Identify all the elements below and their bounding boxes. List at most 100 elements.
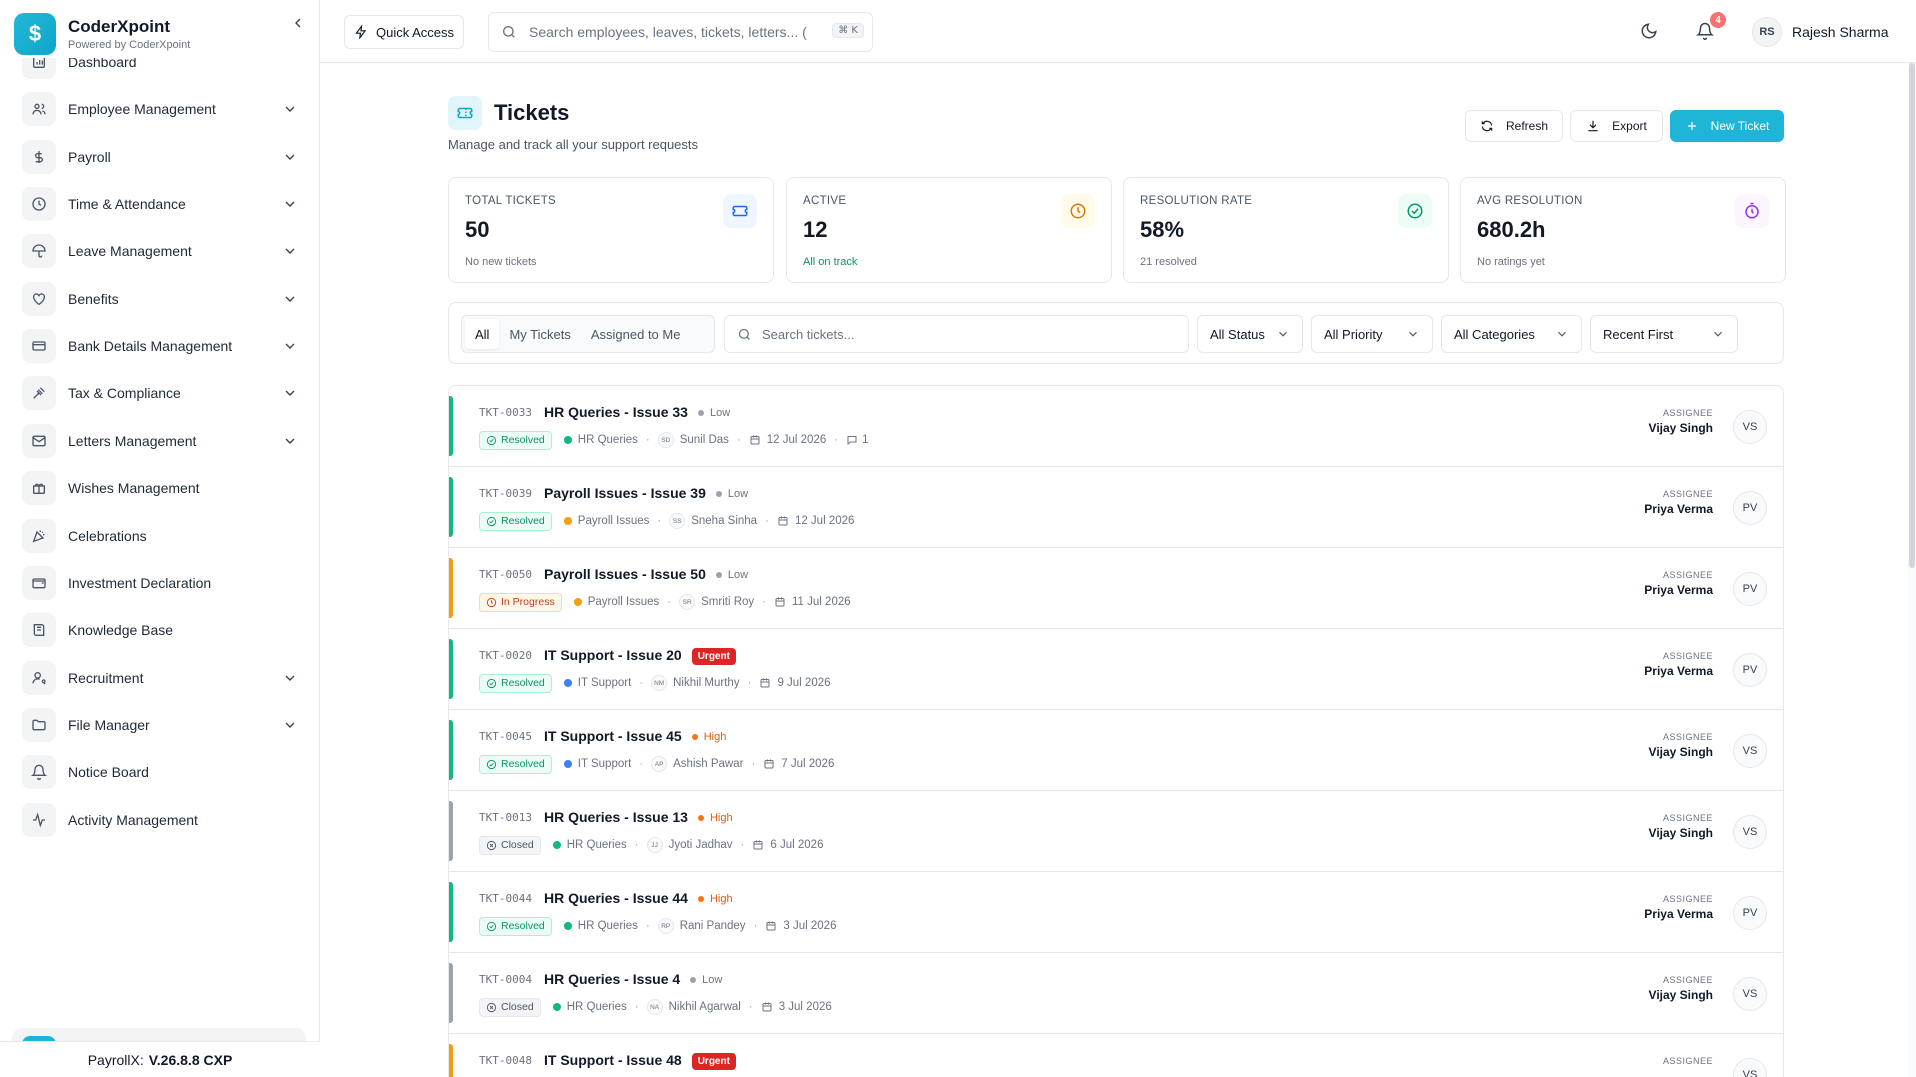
chevron-down-icon[interactable] [282, 670, 298, 686]
scrollbar-thumb[interactable] [1909, 63, 1915, 568]
ticket-tabs: All My Tickets Assigned to Me [461, 315, 715, 353]
ticket-search[interactable] [724, 315, 1189, 353]
global-search-input[interactable] [529, 24, 829, 40]
status-badge: Resolved [479, 916, 552, 936]
collapse-sidebar-icon[interactable] [287, 12, 309, 34]
clock-icon-glyph [32, 197, 46, 211]
sidebar-item-time-and-attendance[interactable]: Time & Attendance [22, 182, 298, 226]
refresh-button[interactable]: Refresh [1465, 110, 1563, 142]
table-row[interactable]: TKT-0048 IT Support - Issue 48 Urgent ASS… [449, 1034, 1783, 1077]
priority-text: High [709, 812, 733, 825]
search-icon [738, 328, 750, 340]
ticket-title[interactable]: HR Queries - Issue 33 Low [544, 404, 730, 420]
table-row[interactable]: TKT-0045 IT Support - Issue 45 High Resol… [449, 710, 1783, 791]
export-button[interactable]: Export [1570, 110, 1663, 142]
filter-bar: AllMy TicketsAssigned to Me All Status A… [448, 302, 1784, 364]
chevron-down-icon[interactable] [282, 291, 298, 307]
x-circle-icon [486, 1002, 497, 1012]
ticket-title[interactable]: HR Queries - Issue 13 High [544, 809, 733, 825]
stat-value: 12 [803, 217, 828, 242]
sidebar-item-celebrations[interactable]: Celebrations [22, 514, 298, 558]
new-ticket-button[interactable]: New Ticket [1670, 110, 1784, 142]
ticket-id: TKT-0013 [479, 811, 532, 824]
table-row[interactable]: TKT-0050 Payroll Issues - Issue 50 Low In… [449, 548, 1783, 629]
sidebar-item-leave-management[interactable]: Leave Management [22, 229, 298, 273]
sort-select[interactable]: Recent First [1590, 315, 1738, 353]
ticket-title[interactable]: Payroll Issues - Issue 50 Low [544, 566, 748, 582]
sidebar-item-letters-management[interactable]: Letters Management [22, 419, 298, 463]
topbar: Quick Access ⌘ K 4 RS Rajesh Sharma [320, 0, 1916, 63]
chevron-down-icon[interactable] [282, 243, 298, 259]
sidebar-item-notice-board[interactable]: Notice Board [22, 750, 298, 794]
category-dot [552, 841, 561, 849]
separator: · [765, 515, 769, 527]
refresh-label: Refresh [1505, 119, 1549, 133]
separator: · [834, 434, 839, 446]
priority-label: High [697, 893, 733, 905]
quick-access-button[interactable]: Quick Access [344, 15, 464, 49]
tab-my-tickets[interactable]: My Tickets [499, 319, 580, 349]
sidebar-item-payroll[interactable]: Payroll [22, 135, 298, 179]
chevron-down-icon[interactable] [282, 385, 298, 401]
tab-all[interactable]: All [465, 319, 500, 349]
notification-count: 4 [1710, 12, 1726, 28]
table-row[interactable]: TKT-0020 IT Support - Issue 20 Urgent Res… [449, 629, 1783, 710]
table-row[interactable]: TKT-0039 Payroll Issues - Issue 39 Low Re… [449, 467, 1783, 548]
sidebar-item-investment-declaration[interactable]: Investment Declaration [22, 561, 298, 605]
sidebar-item-recruitment[interactable]: Recruitment [22, 656, 298, 700]
sidebar-item-activity-management[interactable]: Activity Management [22, 798, 298, 842]
status-badge: Resolved [479, 511, 552, 531]
sidebar-item-file-manager[interactable]: File Manager [22, 703, 298, 747]
chevron-down-icon[interactable] [282, 338, 298, 354]
ticket-title[interactable]: HR Queries - Issue 44 High [544, 890, 733, 906]
priority-text: Low [727, 569, 749, 582]
sidebar-item-benefits[interactable]: Benefits [22, 277, 298, 321]
assignee-block: ASSIGNEE Priya Verma [1644, 894, 1713, 921]
tab-assigned-to-me[interactable]: Assigned to Me [581, 319, 691, 349]
chevron-down-icon[interactable] [282, 101, 298, 117]
check-circle-icon-glyph [1407, 203, 1423, 219]
category-filter[interactable]: All Categories [1441, 315, 1582, 353]
assignee-avatar: VS [1733, 734, 1767, 768]
moon-icon[interactable] [1640, 22, 1658, 40]
sidebar-item-tax-and-compliance[interactable]: Tax & Compliance [22, 371, 298, 415]
chevron-down-icon[interactable] [282, 433, 298, 449]
scrollbar[interactable] [1908, 63, 1916, 1077]
lightning-icon [355, 25, 367, 39]
ticket-title[interactable]: HR Queries - Issue 4 Low [544, 971, 722, 987]
global-search[interactable]: ⌘ K [488, 12, 873, 52]
version-number: V.26.8.8 CXP [148, 1051, 233, 1068]
brand[interactable]: $ CoderXpoint Powered by CoderXpoint [14, 10, 306, 58]
table-row[interactable]: TKT-0013 HR Queries - Issue 13 High Close… [449, 791, 1783, 872]
party-icon-glyph [32, 530, 45, 542]
stat-label: RESOLUTION RATE [1140, 195, 1253, 207]
book-icon [22, 613, 56, 648]
status-filter[interactable]: All Status [1197, 315, 1303, 353]
calendar-icon [766, 921, 776, 931]
sidebar-item-wishes-management[interactable]: Wishes Management [22, 466, 298, 510]
priority-label: High [691, 731, 726, 743]
sidebar-item-employee-management[interactable]: Employee Management [22, 87, 298, 131]
user-menu[interactable]: RS Rajesh Sharma [1752, 16, 1889, 48]
sidebar-item-bank-details-management[interactable]: Bank Details Management [22, 324, 298, 368]
bell-icon-glyph [31, 764, 47, 781]
ticket-title[interactable]: IT Support - Issue 45 High [544, 728, 726, 744]
reporter-name: Sneha Sinha [691, 515, 758, 527]
ticket-title[interactable]: IT Support - Issue 48 Urgent [544, 1052, 736, 1070]
stat-note: All on track [803, 256, 858, 268]
priority-filter-value: All Priority [1324, 326, 1383, 342]
table-row[interactable]: TKT-0044 HR Queries - Issue 44 High Resol… [449, 872, 1783, 953]
sidebar-item-knowledge-base[interactable]: Knowledge Base [22, 608, 298, 652]
ticket-meta: In Progress Payroll Issues · SR Smriti R… [479, 592, 851, 612]
ticket-title[interactable]: Payroll Issues - Issue 39 Low [544, 485, 748, 501]
priority-filter[interactable]: All Priority [1311, 315, 1433, 353]
chevron-down-icon[interactable] [282, 717, 298, 733]
table-row[interactable]: TKT-0033 HR Queries - Issue 33 Low Resolv… [449, 386, 1783, 467]
sidebar-item-dashboard[interactable]: Dashboard [22, 58, 298, 84]
ticket-title[interactable]: IT Support - Issue 20 Urgent [544, 647, 736, 665]
chevron-down-icon[interactable] [282, 149, 298, 165]
table-row[interactable]: TKT-0004 HR Queries - Issue 4 Low Closed … [449, 953, 1783, 1034]
ticket-search-input[interactable] [762, 326, 1162, 342]
category-dot [552, 1003, 561, 1011]
chevron-down-icon[interactable] [282, 196, 298, 212]
